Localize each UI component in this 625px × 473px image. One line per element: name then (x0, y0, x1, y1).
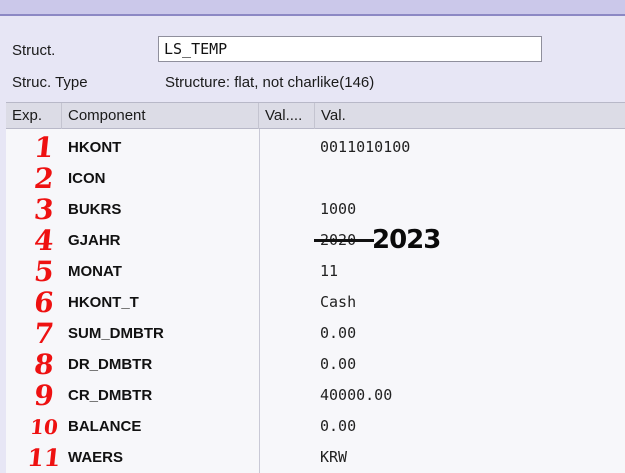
column-header-exp[interactable]: Exp. (6, 103, 62, 129)
component-value: 0.00 (320, 355, 357, 373)
component-name: HKONT (68, 139, 122, 156)
red-annotation-number: 11 (25, 443, 63, 472)
table-row[interactable]: 2 ICON (6, 162, 625, 195)
column-header-val[interactable]: Val. (315, 103, 625, 129)
component-name: WAERS (68, 449, 124, 466)
table-row[interactable]: 4 GJAHR 2020 2023 (6, 224, 625, 257)
grid-header: Exp. Component Val.... Val. (6, 102, 625, 129)
component-value: KRW (320, 448, 348, 466)
window-title-bar (0, 0, 625, 16)
red-annotation-number: 6 (32, 286, 56, 319)
component-name: BALANCE (68, 418, 142, 435)
component-value: 40000.00 (320, 386, 393, 404)
red-annotation-number: 8 (32, 348, 56, 381)
red-annotation-number: 1 (32, 131, 56, 164)
column-header-val-short[interactable]: Val.... (259, 103, 315, 129)
red-annotation-number: 5 (32, 255, 56, 288)
component-name: CR_DMBTR (68, 387, 153, 404)
handwritten-correction: 2023 (372, 225, 441, 255)
red-annotation-number: 2 (32, 162, 56, 195)
red-annotation-number: 4 (32, 224, 56, 257)
component-name: SUM_DMBTR (68, 325, 164, 342)
component-name: BUKRS (68, 201, 122, 218)
table-row[interactable]: 3 BUKRS 1000 (6, 193, 625, 226)
strikethrough-mark (314, 239, 374, 242)
struct-label: Struct. (12, 42, 56, 59)
component-value: 11 (320, 262, 339, 280)
component-name: DR_DMBTR (68, 356, 153, 373)
component-name: HKONT_T (68, 294, 139, 311)
table-row[interactable]: 11 WAERS KRW (6, 442, 625, 473)
struct-input[interactable]: LS_TEMP (158, 36, 542, 62)
table-row[interactable]: 6 HKONT_T Cash (6, 286, 625, 319)
table-row[interactable]: 9 CR_DMBTR 40000.00 (6, 379, 625, 412)
component-name: MONAT (68, 263, 122, 280)
red-annotation-number: 10 (28, 415, 60, 439)
structure-type-value: Structure: flat, not charlike(146) (165, 74, 375, 91)
component-name: GJAHR (68, 232, 121, 249)
component-value: 1000 (320, 200, 357, 218)
component-value: 0.00 (320, 324, 357, 342)
component-name: ICON (68, 170, 106, 187)
component-grid: Exp. Component Val.... Val. 1 HKONT 0011… (6, 102, 625, 473)
table-row[interactable]: 8 DR_DMBTR 0.00 (6, 348, 625, 381)
table-row[interactable]: 7 SUM_DMBTR 0.00 (6, 317, 625, 350)
component-value: Cash (320, 293, 357, 311)
table-row[interactable]: 5 MONAT 11 (6, 255, 625, 288)
column-header-component[interactable]: Component (62, 103, 259, 129)
table-row[interactable]: 10 BALANCE 0.00 (6, 411, 625, 442)
component-value: 0011010100 (320, 138, 411, 156)
component-value: 0.00 (320, 417, 357, 435)
table-row[interactable]: 1 HKONT 0011010100 (6, 131, 625, 164)
red-annotation-number: 9 (32, 379, 56, 412)
red-annotation-number: 3 (32, 193, 56, 226)
structure-type-label: Struc. Type (12, 74, 88, 91)
red-annotation-number: 7 (32, 317, 56, 350)
grid-body: 1 HKONT 0011010100 2 ICON 3 BUKRS 1000 4… (6, 129, 625, 473)
